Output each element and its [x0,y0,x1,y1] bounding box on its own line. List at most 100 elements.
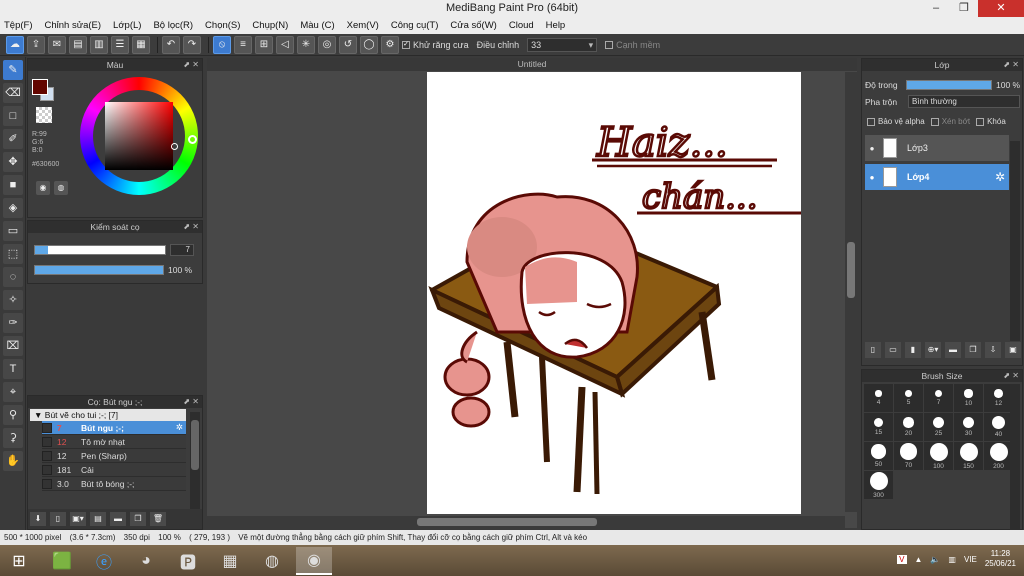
lasso-tool-icon[interactable]: ◌ [3,267,23,287]
menu-help[interactable]: Help [546,20,566,31]
eye-icon[interactable]: ● [865,144,879,153]
protect-alpha-checkbox[interactable] [867,117,875,126]
list-icon[interactable]: ☰ [111,35,129,54]
clip-checkbox[interactable] [930,117,939,126]
saturation-value-square[interactable] [105,102,173,170]
menu-window[interactable]: Cửa số(W) [450,20,496,31]
add-brush-icon[interactable]: ▯ [50,512,66,526]
cloud-icon[interactable]: ☁ [6,35,24,54]
brush-size-cell[interactable]: 12 [984,384,1013,412]
layer-folder-icon[interactable]: ▬ [945,342,961,358]
delete-icon[interactable]: 🗑 [150,512,166,526]
menu-view[interactable]: Xem(V) [347,20,379,31]
transparent-swatch[interactable] [36,107,52,123]
chrome-icon[interactable]: ◕ [128,547,164,575]
menu-tools[interactable]: Công cụ(T) [391,20,439,31]
bluestacks-icon[interactable]: 🟩 [44,547,80,575]
grid-icon[interactable]: ▦ [132,35,150,54]
brush-opacity-slider[interactable] [34,265,164,275]
text-tool-icon[interactable]: T [3,359,23,379]
vanishing-point-icon[interactable]: ◁ [276,35,294,54]
brush-size-cell[interactable]: 7 [924,384,953,412]
parallel-snap-icon[interactable]: ≡ [234,35,252,54]
new-halftone-layer-icon[interactable]: ▭ [885,342,901,358]
brush-size-cell[interactable]: 150 [954,442,983,470]
select-tool-icon[interactable]: ⬚ [3,244,23,264]
chat-icon[interactable]: ✉ [48,35,66,54]
brush-size-cell[interactable]: 300 [864,471,893,499]
menu-layer[interactable]: Lớp(L) [113,20,141,31]
tray-arrow-icon[interactable]: ▲ [915,555,923,564]
windows-start-icon[interactable]: ⊞ [0,547,38,575]
eye-icon[interactable]: ● [865,173,879,182]
ellipse-snap-icon[interactable]: ◯ [360,35,378,54]
panel-close-icon[interactable]: ⬈ ✕ [183,396,199,408]
palette-icon[interactable]: ◉ [36,181,50,195]
antialias-checkbox[interactable]: ✓ [402,41,410,50]
brush-size-slider[interactable] [34,245,166,255]
download-brush-icon[interactable]: ⬇ [30,512,46,526]
panel-close-icon[interactable]: ⬈ ✕ [183,221,199,233]
blend-mode-select[interactable]: Bình thường [908,95,1020,108]
menu-edit[interactable]: Chỉnh sửa(E) [45,20,102,31]
brush-size-cell[interactable]: 50 [864,442,893,470]
minimize-button[interactable]: – [922,0,950,17]
brush-size-cell[interactable]: 70 [894,442,923,470]
circle-snap-icon[interactable]: ◎ [318,35,336,54]
medibang-icon[interactable]: ◉ [296,546,332,575]
eyedropper-icon[interactable]: ⚲ [3,405,23,425]
coccoc-icon[interactable]: ◍ [254,547,290,575]
brush-size-cell[interactable]: 20 [894,413,923,441]
rect-tool-icon[interactable]: □ [3,106,23,126]
brush-settings-icon[interactable]: ▤ [90,512,106,526]
brush-size-cell[interactable]: 100 [924,442,953,470]
brush-size-cell[interactable]: 30 [954,413,983,441]
menu-color[interactable]: Màu (C) [300,20,334,31]
lock-checkbox[interactable] [976,117,985,126]
clock[interactable]: 11:28 25/06/21 [985,549,1016,569]
ie-browser-icon[interactable]: ⓔ [86,547,122,575]
merge-layer-icon[interactable]: ⇩ [985,342,1001,358]
menu-select[interactable]: Chọn(S) [205,20,240,31]
snap-off-icon[interactable]: ⦸ [213,35,231,54]
layer-item[interactable]: ● Lớp3 [865,135,1009,161]
gear-icon[interactable]: ✲ [995,170,1005,184]
dot-tool-icon[interactable]: ✐ [3,129,23,149]
panel-close-icon[interactable]: ⬈ ✕ [1003,59,1019,71]
brush-checkbox[interactable] [42,422,52,433]
canvas-tab[interactable]: Untitled [207,58,857,71]
comment-icon[interactable]: ▤ [69,35,87,54]
brush-list-item[interactable]: 181 Cải [42,463,186,477]
brush-checkbox[interactable] [42,464,52,475]
fill-rect-tool-icon[interactable]: ■ [3,175,23,195]
language-indicator[interactable]: VIE [964,555,977,564]
menu-snap[interactable]: Chụp(N) [252,20,288,31]
add-brush-menu-icon[interactable]: ▣▾ [70,512,86,526]
select-pen-icon[interactable]: ✑ [3,313,23,333]
magic-wand-icon[interactable]: ✧ [3,290,23,310]
menu-filter[interactable]: Bộ lọc(R) [153,20,193,31]
powerpoint-icon[interactable]: 🅿 [170,547,206,575]
layer-opacity-slider[interactable] [906,80,992,90]
layer-settings-icon[interactable]: ▣ [1005,342,1021,358]
vpn-icon[interactable]: V [897,554,907,564]
brush-size-cell[interactable]: 5 [894,384,923,412]
primary-color-swatch[interactable] [32,79,48,95]
move-tool-icon[interactable]: ✥ [3,152,23,172]
menu-cloud[interactable]: Cloud [509,20,534,31]
curve-snap-icon[interactable]: ↺ [339,35,357,54]
share-icon[interactable]: ⇪ [27,35,45,54]
divide-tool-icon[interactable]: ⌖ [3,382,23,402]
close-button[interactable]: ✕ [978,0,1024,17]
gear-icon[interactable]: ✲ [176,422,183,433]
brush-size-cell[interactable]: 10 [954,384,983,412]
layer-menu-icon[interactable]: ⊕▾ [925,342,941,358]
eraser-tool-icon[interactable]: ⌫ [3,83,23,103]
brush-size-value[interactable]: 7 [170,244,194,256]
drawing-canvas[interactable]: Haiz... chán... [427,72,801,514]
brush-size-cell[interactable]: 200 [984,442,1013,470]
new-layer-icon[interactable]: ▯ [865,342,881,358]
panel-close-icon[interactable]: ⬈ ✕ [183,59,199,71]
brush-list-item[interactable]: 12 Pen (Sharp) [42,449,186,463]
app-grid-icon[interactable]: ▦ [212,547,248,575]
